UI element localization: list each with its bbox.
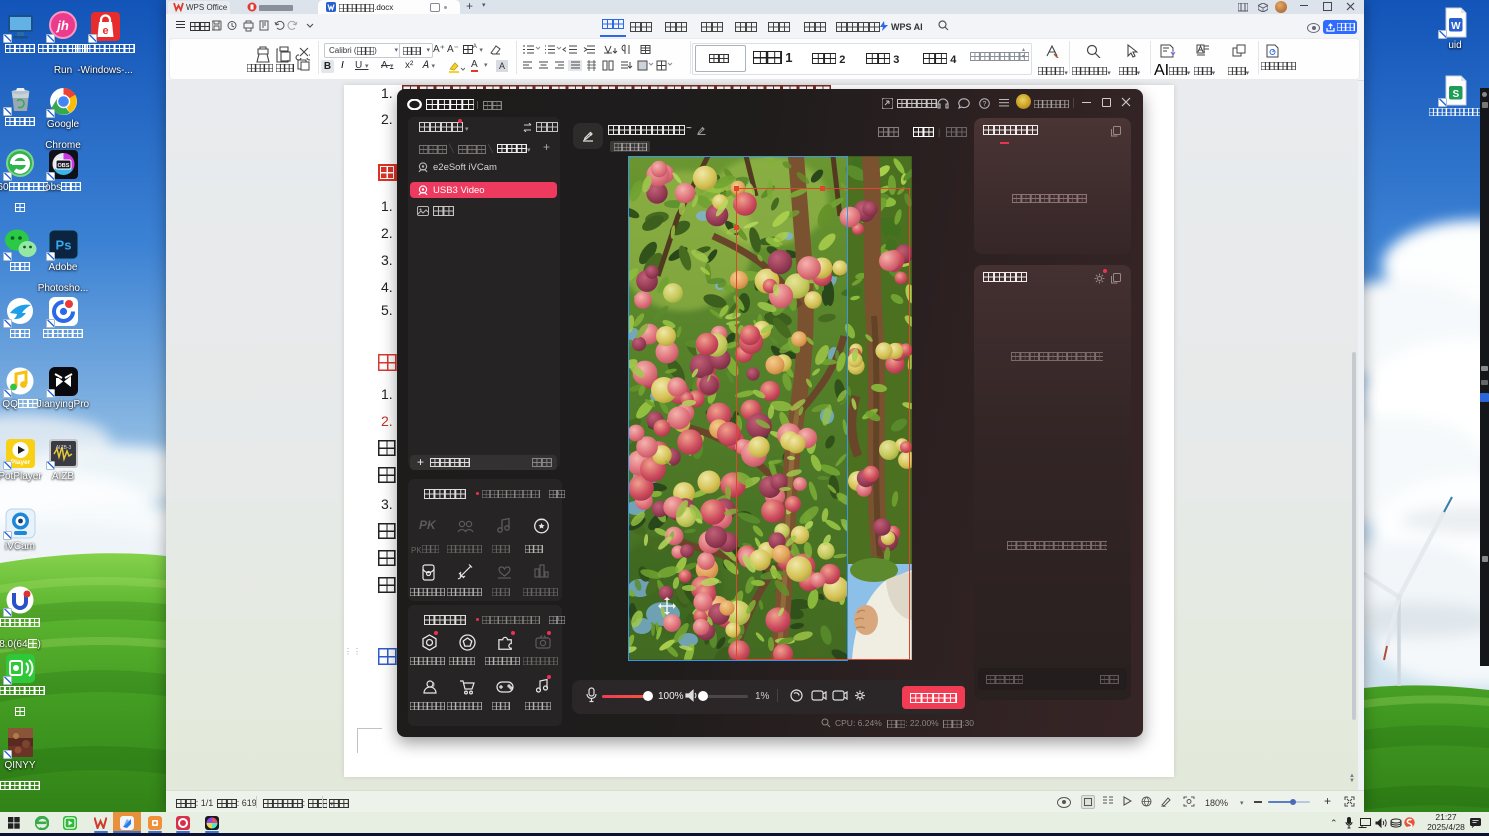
svg-text:Ps: Ps (55, 238, 71, 253)
svg-text:S: S (1452, 89, 1459, 100)
svg-text:e: e (102, 25, 108, 37)
svg-text:AIZB-3: AIZB-3 (55, 445, 71, 451)
svg-text:?: ? (983, 101, 987, 108)
svg-text:W: W (1451, 21, 1461, 32)
svg-text:OBS: OBS (57, 163, 69, 169)
